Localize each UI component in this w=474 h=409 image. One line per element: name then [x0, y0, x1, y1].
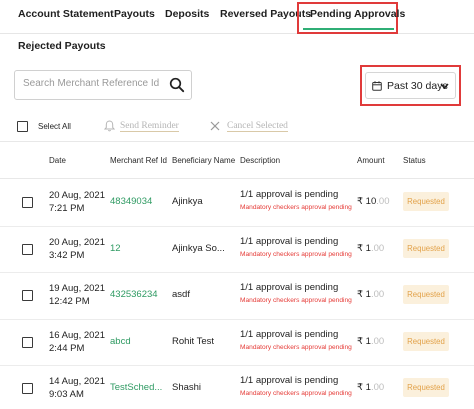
row-checkbox[interactable]	[22, 197, 33, 208]
column-header-status: Status	[403, 156, 426, 165]
send-reminder-label: Send Reminder	[120, 121, 179, 132]
amount-value: ₹ 1	[357, 335, 371, 347]
tab-bar: Account Statement Payouts Deposits Rever…	[0, 0, 474, 34]
table-row[interactable]: 19 Aug, 2021 12:42 PM 432536234 asdf 1/1…	[0, 273, 474, 320]
tab-pending-approvals[interactable]: Pending Approvals	[310, 8, 405, 20]
row-checkbox[interactable]	[22, 383, 33, 394]
row-time: 12:42 PM	[49, 296, 90, 307]
row-checkbox[interactable]	[22, 290, 33, 301]
tab-payouts[interactable]: Payouts	[114, 8, 155, 20]
row-description: 1/1 approval is pending	[240, 375, 339, 386]
table-row[interactable]: 20 Aug, 2021 7:21 PM 48349034 Ajinkya 1/…	[0, 180, 474, 227]
column-header-merchant-ref-id: Merchant Ref Id	[110, 156, 167, 165]
row-beneficiary-name: Ajinkya	[172, 196, 203, 207]
row-checkbox[interactable]	[22, 243, 33, 255]
search-box[interactable]	[14, 70, 192, 100]
calendar-icon	[372, 81, 382, 91]
close-icon	[210, 121, 220, 131]
table-header: Date Merchant Ref Id Beneficiary Name De…	[0, 143, 474, 179]
row-amount: ₹ 1.00	[357, 336, 384, 347]
row-description-note: Mandatory checkers approval pending	[240, 250, 352, 258]
amount-value: ₹ 10	[357, 196, 377, 207]
column-header-date: Date	[49, 156, 66, 165]
row-time: 9:03 AM	[49, 389, 84, 400]
row-description-note: Mandatory checkers approval pending	[240, 297, 352, 304]
row-checkbox[interactable]	[22, 336, 33, 348]
table-row[interactable]: 14 Aug, 2021 9:03 AM TestSched... Shashi…	[0, 366, 474, 409]
row-date: 14 Aug, 2021	[49, 376, 105, 387]
amount-value: ₹ 1	[357, 382, 371, 393]
row-beneficiary-name: Ajinkya So...	[172, 242, 225, 254]
row-merchant-ref-link[interactable]: 48349034	[110, 196, 165, 207]
row-amount: ₹ 1.00	[357, 243, 384, 254]
row-description: 1/1 approval is pending	[240, 189, 339, 200]
row-time: 7:21 PM	[49, 203, 85, 214]
active-tab-indicator	[303, 28, 394, 30]
row-date: 20 Aug, 2021	[49, 190, 105, 201]
column-header-description: Description	[240, 156, 281, 165]
table-row[interactable]: 20 Aug, 2021 3:42 PM 12 Ajinkya So... 1/…	[0, 227, 474, 273]
row-merchant-ref-link[interactable]: abcd	[110, 336, 165, 347]
row-amount: ₹ 1.00	[357, 289, 384, 300]
row-description: 1/1 approval is pending	[240, 235, 339, 247]
row-description-note: Mandatory checkers approval pending	[240, 390, 352, 397]
chevron-down-icon	[440, 83, 449, 90]
column-header-beneficiary-name: Beneficiary Name	[172, 156, 236, 165]
search-icon[interactable]	[169, 77, 185, 93]
row-beneficiary-name: asdf	[172, 289, 190, 300]
amount-fraction: .00	[370, 289, 385, 300]
tab-deposits[interactable]: Deposits	[165, 8, 209, 20]
bell-icon	[104, 120, 115, 132]
row-merchant-ref-link[interactable]: TestSched...	[110, 382, 165, 393]
amount-value: ₹ 1	[357, 289, 371, 300]
row-description: 1/1 approval is pending	[240, 328, 339, 340]
tab-rejected-payouts[interactable]: Rejected Payouts	[18, 40, 106, 52]
amount-value: ₹ 1	[357, 242, 371, 254]
row-amount: ₹ 10.00	[357, 196, 389, 207]
date-range-dropdown[interactable]: Past 30 days	[365, 72, 456, 99]
row-time: 2:44 PM	[49, 342, 85, 354]
row-date: 20 Aug, 2021	[49, 236, 105, 248]
select-all-checkbox[interactable]	[17, 121, 28, 132]
status-badge: Requested	[403, 238, 449, 258]
date-range-label: Past 30 days	[387, 80, 448, 92]
row-merchant-ref-link[interactable]: 432536234	[110, 289, 165, 300]
row-date: 19 Aug, 2021	[49, 283, 105, 294]
status-badge: Requested	[403, 378, 449, 397]
row-merchant-ref-link[interactable]: 12	[110, 243, 165, 254]
amount-fraction: .00	[370, 382, 385, 393]
tab-account-statement[interactable]: Account Statement	[18, 8, 114, 20]
cancel-selected-label: Cancel Selected	[227, 121, 288, 132]
search-input[interactable]	[23, 78, 163, 89]
row-description-note: Mandatory checkers approval pending	[240, 343, 352, 351]
amount-fraction: .00	[376, 196, 390, 207]
amount-fraction: .00	[370, 242, 385, 254]
row-description-note: Mandatory checkers approval pending	[240, 204, 352, 211]
row-time: 3:42 PM	[49, 249, 85, 261]
row-beneficiary-name: Shashi	[172, 382, 202, 393]
row-description: 1/1 approval is pending	[240, 282, 339, 293]
row-beneficiary-name: Rohit Test	[172, 335, 215, 347]
row-date: 16 Aug, 2021	[49, 329, 105, 341]
status-badge: Requested	[403, 331, 449, 351]
row-amount: ₹ 1.00	[357, 382, 384, 393]
status-badge: Requested	[403, 192, 449, 211]
column-header-amount: Amount	[357, 156, 385, 165]
select-all-label: Select All	[38, 122, 71, 131]
amount-fraction: .00	[370, 335, 385, 347]
status-badge: Requested	[403, 285, 449, 304]
bulk-action-bar: Select All Send Reminder Cancel Selected	[0, 112, 474, 142]
table-row[interactable]: 16 Aug, 2021 2:44 PM abcd Rohit Test 1/1…	[0, 320, 474, 366]
